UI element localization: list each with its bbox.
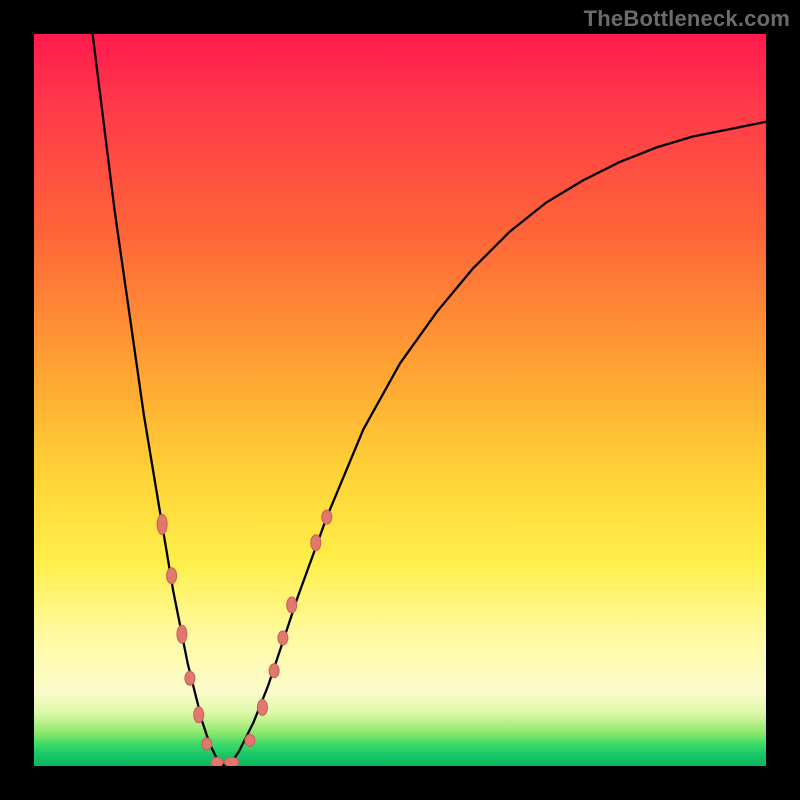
data-marker bbox=[177, 625, 187, 643]
data-marker bbox=[287, 597, 297, 613]
chart-plot-area bbox=[34, 34, 766, 766]
data-marker bbox=[194, 707, 204, 723]
data-marker bbox=[202, 738, 212, 750]
data-marker bbox=[269, 664, 279, 678]
data-marker bbox=[245, 734, 255, 746]
data-marker bbox=[257, 699, 267, 715]
bottleneck-curve-svg bbox=[34, 34, 766, 766]
data-marker bbox=[185, 671, 195, 685]
data-marker bbox=[225, 757, 239, 766]
data-marker bbox=[211, 757, 223, 766]
bottleneck-curve bbox=[93, 34, 766, 766]
data-markers bbox=[157, 510, 332, 766]
chart-frame: TheBottleneck.com bbox=[0, 0, 800, 800]
watermark-text: TheBottleneck.com bbox=[584, 6, 790, 32]
data-marker bbox=[278, 631, 288, 645]
data-marker bbox=[167, 568, 177, 584]
data-marker bbox=[322, 510, 332, 524]
data-marker bbox=[311, 535, 321, 551]
data-marker bbox=[157, 514, 167, 534]
